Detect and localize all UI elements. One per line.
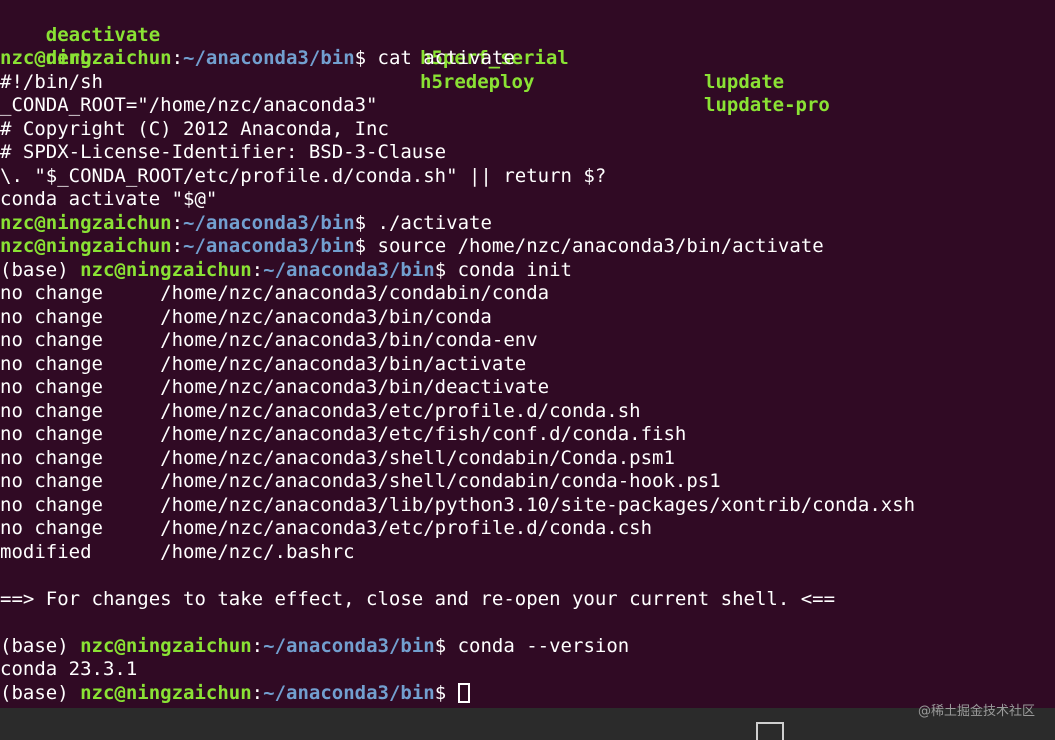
prompt-user: nzc@ningzaichun: [0, 47, 172, 69]
prompt-env: (base): [0, 634, 81, 657]
output-line: no change /home/nzc/anaconda3/etc/profil…: [0, 517, 653, 539]
output-line: #!/bin/sh: [0, 70, 103, 93]
output-line: _CONDA_ROOT="/home/nzc/anaconda3": [0, 94, 378, 116]
edit-icon[interactable]: [756, 722, 784, 740]
prompt-line: nzc@ningzaichun:~/anaconda3/bin$ source …: [0, 235, 824, 259]
prompt-line: nzc@ningzaichun:~/anaconda3/bin$ ./activ…: [0, 212, 492, 236]
prompt-env: (base): [0, 681, 81, 704]
listing-row: deactivate h5perf_serial lupdate: [0, 0, 784, 93]
prompt-colon: :: [251, 258, 264, 281]
listing-item: lupdate: [704, 70, 785, 93]
prompt-colon: :: [251, 634, 264, 657]
prompt-line: (base) nzc@ningzaichun:~/anaconda3/bin$ …: [0, 635, 629, 659]
command-text: conda init: [457, 258, 572, 281]
terminal-window[interactable]: deactivate h5perf_serial lupdate derb h5…: [0, 0, 1055, 740]
output-line: \. "$_CONDA_ROOT/etc/profile.d/conda.sh"…: [0, 164, 607, 187]
output-line: conda activate "$@": [0, 188, 218, 210]
prompt-colon: :: [171, 211, 184, 234]
command-text: ./activate: [377, 211, 492, 234]
output-line: no change /home/nzc/anaconda3/bin/conda-…: [0, 329, 538, 351]
prompt-user: nzc@ningzaichun: [0, 235, 172, 257]
listing-row: derb h5redeploy lupdate-pro: [0, 24, 830, 116]
output-line: no change /home/nzc/anaconda3/etc/fish/c…: [0, 423, 687, 445]
command-text: conda --version: [457, 634, 630, 657]
prompt-colon: :: [171, 47, 184, 69]
output-line: modified /home/nzc/.bashrc: [0, 540, 355, 563]
prompt-line[interactable]: (base) nzc@ningzaichun:~/anaconda3/bin$: [0, 682, 470, 706]
prompt-colon: :: [171, 235, 184, 257]
prompt-sigil: $: [354, 235, 378, 257]
prompt-path: ~/anaconda3/bin: [263, 681, 435, 704]
prompt-colon: :: [251, 681, 264, 704]
prompt-line: nzc@ningzaichun:~/anaconda3/bin$ cat act…: [0, 47, 515, 71]
output-line: no change /home/nzc/anaconda3/bin/deacti…: [0, 376, 550, 398]
output-line: conda 23.3.1: [0, 658, 138, 680]
bottom-toolbar: [0, 708, 1055, 740]
prompt-path: ~/anaconda3/bin: [183, 47, 355, 69]
prompt-sigil: $: [434, 634, 458, 657]
output-line: no change /home/nzc/anaconda3/bin/conda: [0, 305, 492, 328]
block-cursor-icon[interactable]: [457, 682, 470, 703]
command-text: cat activate: [377, 47, 515, 69]
command-text: source /home/nzc/anaconda3/bin/activate: [377, 235, 824, 257]
prompt-path: ~/anaconda3/bin: [183, 211, 355, 234]
output-line: no change /home/nzc/anaconda3/condabin/c…: [0, 282, 550, 304]
prompt-sigil: $: [354, 47, 378, 69]
prompt-sigil: $: [434, 681, 458, 704]
notice-line: ==> For changes to take effect, close an…: [0, 587, 836, 610]
prompt-sigil: $: [354, 211, 378, 234]
listing-item: h5redeploy: [420, 70, 535, 93]
watermark: @稀土掘金技术社区: [917, 704, 1035, 719]
prompt-path: ~/anaconda3/bin: [263, 634, 435, 657]
output-line: no change /home/nzc/anaconda3/shell/cond…: [0, 470, 721, 492]
prompt-env: (base): [0, 258, 81, 281]
output-line: # Copyright (C) 2012 Anaconda, Inc: [0, 117, 389, 140]
output-line: no change /home/nzc/anaconda3/etc/profil…: [0, 399, 641, 422]
output-line: no change /home/nzc/anaconda3/bin/activa…: [0, 352, 527, 375]
prompt-line: (base) nzc@ningzaichun:~/anaconda3/bin$ …: [0, 259, 572, 283]
prompt-user: nzc@ningzaichun: [80, 681, 252, 704]
prompt-path: ~/anaconda3/bin: [263, 258, 435, 281]
prompt-sigil: $: [434, 258, 458, 281]
prompt-user: nzc@ningzaichun: [80, 634, 252, 657]
output-line: no change /home/nzc/anaconda3/shell/cond…: [0, 446, 675, 469]
prompt-user: nzc@ningzaichun: [0, 211, 172, 234]
prompt-user: nzc@ningzaichun: [80, 258, 252, 281]
output-line: no change /home/nzc/anaconda3/lib/python…: [0, 493, 916, 516]
output-line: # SPDX-License-Identifier: BSD-3-Clause: [0, 141, 447, 163]
listing-item: lupdate-pro: [704, 94, 830, 116]
prompt-path: ~/anaconda3/bin: [183, 235, 355, 257]
